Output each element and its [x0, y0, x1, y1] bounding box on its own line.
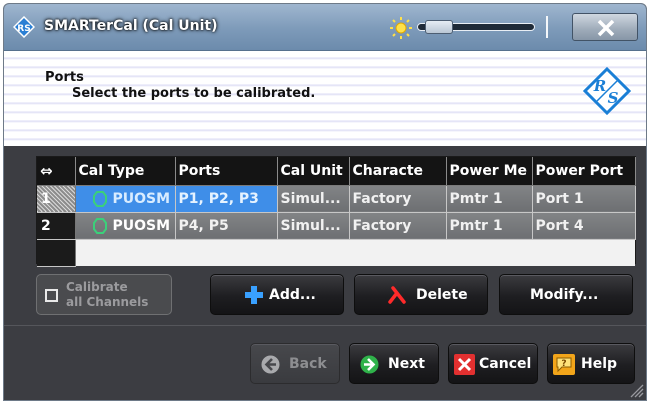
table-header-row: ⇔ Cal Type Ports Cal Unit Characte Power… [37, 157, 636, 186]
window-title: SMARTerCal (Cal Unit) [44, 18, 218, 34]
cell-cal-unit[interactable]: Simul... [277, 185, 350, 213]
svg-text:S: S [608, 89, 619, 107]
calibrate-all-label-line1: Calibrate [66, 280, 128, 294]
cell-cal-type[interactable]: PUOSM [75, 185, 176, 213]
cell-ports[interactable]: P1, P2, P3 [175, 185, 278, 213]
page-subtitle: Select the ports to be calibrated. [72, 86, 316, 101]
smartercal-dialog: RS SMARTerCal (Cal Unit) Ports Select th… [3, 3, 647, 401]
cell-power-meter[interactable]: Pmtr 1 [446, 185, 533, 213]
calibrate-all-checkbox[interactable] [45, 289, 58, 302]
ports-table[interactable]: ⇔ Cal Type Ports Cal Unit Characte Power… [36, 156, 636, 267]
svg-text:RS: RS [17, 24, 30, 34]
col-header-cal-type[interactable]: Cal Type [75, 157, 176, 186]
red-x-icon [388, 286, 406, 304]
delete-label: Delete [416, 287, 468, 303]
next-label: Next [388, 356, 425, 372]
cell-cal-type[interactable]: PUOSM [75, 212, 176, 240]
rohde-schwarz-logo: R S [583, 67, 631, 115]
plus-icon [245, 286, 263, 304]
svg-text:R: R [593, 77, 606, 95]
port-octagon-icon [92, 190, 107, 207]
page-title: Ports [45, 70, 84, 85]
svg-text:?: ? [561, 359, 566, 369]
left-arrow-icon [261, 355, 280, 374]
cell-ports[interactable]: P4, P5 [175, 212, 278, 240]
cancel-x-icon [454, 354, 475, 375]
modify-label: Modify... [530, 287, 599, 303]
right-arrow-icon [360, 355, 379, 374]
title-bar[interactable]: RS SMARTerCal (Cal Unit) [4, 4, 646, 51]
table-row[interactable]: 2 PUOSM P4, P5 Simul... Factory Pmtr 1 P… [37, 212, 636, 240]
back-label: Back [289, 356, 327, 372]
modify-button[interactable]: Modify... [499, 274, 633, 315]
close-x-icon [597, 19, 615, 37]
port-octagon-icon [92, 217, 107, 234]
row-number[interactable]: 1 [37, 185, 76, 213]
col-header-power-meter[interactable]: Power Me [446, 157, 533, 186]
col-header-characterization[interactable]: Characte [349, 157, 447, 186]
add-label: Add... [269, 287, 316, 303]
header-panel: Ports Select the ports to be calibrated.… [4, 51, 646, 146]
cancel-label: Cancel [479, 356, 532, 372]
resize-grip-icon[interactable] [626, 380, 644, 398]
close-button[interactable] [572, 13, 638, 41]
row-number-empty [37, 239, 76, 267]
add-button[interactable]: Add... [210, 274, 344, 315]
column-resize-icon: ⇔ [40, 161, 53, 180]
cell-cal-unit[interactable]: Simul... [277, 212, 350, 240]
app-icon: RS [13, 16, 35, 38]
empty-row [37, 239, 635, 267]
cell-characterization[interactable]: Factory [349, 185, 447, 213]
row-number[interactable]: 2 [37, 212, 76, 240]
slider-thumb[interactable] [425, 20, 453, 34]
calibrate-all-label: Calibrate all Channels [66, 280, 148, 310]
column-resize-header[interactable]: ⇔ [37, 157, 76, 186]
cell-power-port[interactable]: Port 4 [532, 212, 636, 240]
col-header-cal-unit[interactable]: Cal Unit [277, 157, 350, 186]
cell-power-meter[interactable]: Pmtr 1 [446, 212, 533, 240]
help-speech-bubble-icon: ? [553, 354, 575, 375]
brightness-slider[interactable] [417, 16, 548, 38]
calibrate-all-label-line2: all Channels [66, 295, 149, 309]
slider-end-marker [546, 16, 548, 38]
cell-characterization[interactable]: Factory [349, 212, 447, 240]
cell-power-port[interactable]: Port 1 [532, 185, 636, 213]
delete-button[interactable]: Delete [354, 274, 488, 315]
empty-cell [75, 239, 635, 266]
table-row[interactable]: 1 PUOSM P1, P2, P3 Simul... Factory Pmtr… [37, 185, 636, 213]
cal-type-label: PUOSM [112, 217, 171, 234]
next-button[interactable]: Next [349, 343, 439, 384]
cancel-button[interactable]: Cancel [448, 343, 538, 384]
help-button[interactable]: ? Help [547, 343, 635, 384]
sun-icon [390, 17, 412, 39]
help-label: Help [581, 356, 618, 372]
cal-type-label: PUOSM [112, 190, 171, 207]
col-header-power-port[interactable]: Power Port [532, 157, 636, 186]
calibrate-all-channels-toggle[interactable]: Calibrate all Channels [36, 274, 172, 315]
divider [4, 325, 646, 326]
back-button[interactable]: Back [250, 343, 340, 384]
col-header-ports[interactable]: Ports [175, 157, 278, 186]
